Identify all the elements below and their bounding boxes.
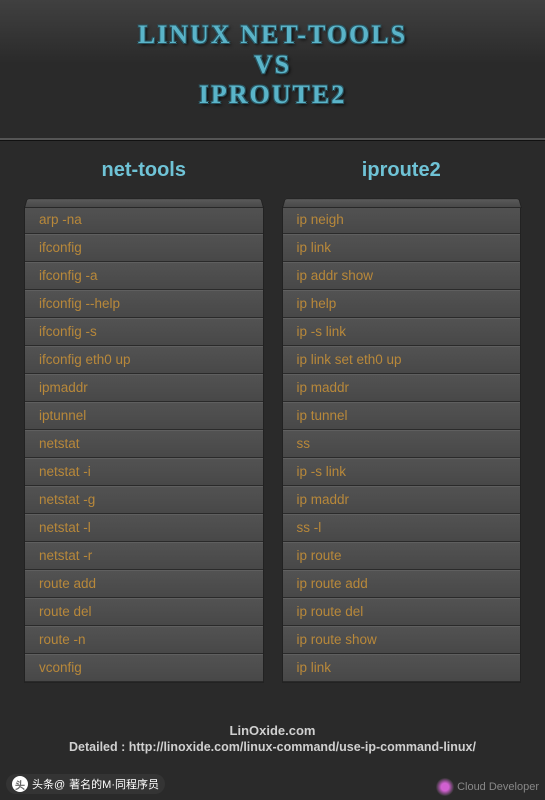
- watermark-left-prefix: 头条@: [32, 776, 65, 792]
- command-row: ifconfig --help: [25, 290, 263, 318]
- footer-detail: Detailed : http://linoxide.com/linux-com…: [0, 740, 545, 754]
- command-row: ip maddr: [283, 486, 521, 514]
- title-line-2: VS: [18, 50, 527, 80]
- wechat-style-icon: [436, 778, 454, 796]
- command-row: ip maddr: [283, 374, 521, 402]
- command-row: ip tunnel: [283, 402, 521, 430]
- watermark-left: 头 头条@ 著名的M·同程序员: [6, 774, 165, 794]
- footer-site: LinOxide.com: [0, 723, 545, 738]
- command-row: ip link: [283, 654, 521, 682]
- command-row: ip link set eth0 up: [283, 346, 521, 374]
- command-row: ip route show: [283, 626, 521, 654]
- column-net-tools: net-tools arp -naifconfigifconfig -aifco…: [24, 159, 264, 683]
- command-row: route add: [25, 570, 263, 598]
- command-row: arp -na: [25, 206, 263, 234]
- command-row: ifconfig -s: [25, 318, 263, 346]
- command-row: netstat -g: [25, 486, 263, 514]
- footer: LinOxide.com Detailed : http://linoxide.…: [0, 723, 545, 754]
- command-row: ifconfig eth0 up: [25, 346, 263, 374]
- stack-body-left: arp -naifconfigifconfig -aifconfig --hel…: [24, 206, 264, 683]
- divider: [0, 138, 545, 141]
- column-iproute2: iproute2 ip neighip linkip addr showip h…: [282, 159, 522, 683]
- command-row: ss: [283, 430, 521, 458]
- command-row: ip route: [283, 542, 521, 570]
- command-row: ip addr show: [283, 262, 521, 290]
- watermark-right-text: Cloud Developer: [457, 781, 539, 793]
- command-row: ss -l: [283, 514, 521, 542]
- command-row: ip help: [283, 290, 521, 318]
- title-line-3: IPROUTE2: [199, 80, 346, 109]
- command-row: ip neigh: [283, 206, 521, 234]
- command-row: route -n: [25, 626, 263, 654]
- command-row: netstat: [25, 430, 263, 458]
- watermark-right: Cloud Developer: [436, 778, 539, 796]
- command-row: netstat -i: [25, 458, 263, 486]
- infographic-container: LINUX NET-TOOLS VS IPROUTE2 net-tools ar…: [0, 0, 545, 800]
- watermark-left-text: 著名的M·同程序员: [69, 776, 159, 792]
- command-row: ip -s link: [283, 318, 521, 346]
- command-row: ip -s link: [283, 458, 521, 486]
- command-row: ipmaddr: [25, 374, 263, 402]
- command-row: ip route add: [283, 570, 521, 598]
- stack-right: ip neighip linkip addr showip helpip -s …: [282, 196, 522, 683]
- command-row: route del: [25, 598, 263, 626]
- toutiao-icon: 头: [12, 776, 28, 792]
- command-row: netstat -l: [25, 514, 263, 542]
- column-header-right: iproute2: [282, 159, 522, 182]
- stack-left: arp -naifconfigifconfig -aifconfig --hel…: [24, 196, 264, 683]
- title-line-1: LINUX NET-TOOLS: [138, 20, 407, 49]
- command-row: vconfig: [25, 654, 263, 682]
- main-title: LINUX NET-TOOLS VS IPROUTE2: [18, 20, 527, 110]
- stack-top-left: [24, 198, 264, 208]
- columns-wrapper: net-tools arp -naifconfigifconfig -aifco…: [18, 159, 527, 683]
- stack-body-right: ip neighip linkip addr showip helpip -s …: [282, 206, 522, 683]
- command-row: ifconfig: [25, 234, 263, 262]
- command-row: iptunnel: [25, 402, 263, 430]
- command-row: ifconfig -a: [25, 262, 263, 290]
- command-row: ip link: [283, 234, 521, 262]
- column-header-left: net-tools: [24, 159, 264, 182]
- command-row: netstat -r: [25, 542, 263, 570]
- command-row: ip route del: [283, 598, 521, 626]
- stack-top-right: [282, 198, 522, 208]
